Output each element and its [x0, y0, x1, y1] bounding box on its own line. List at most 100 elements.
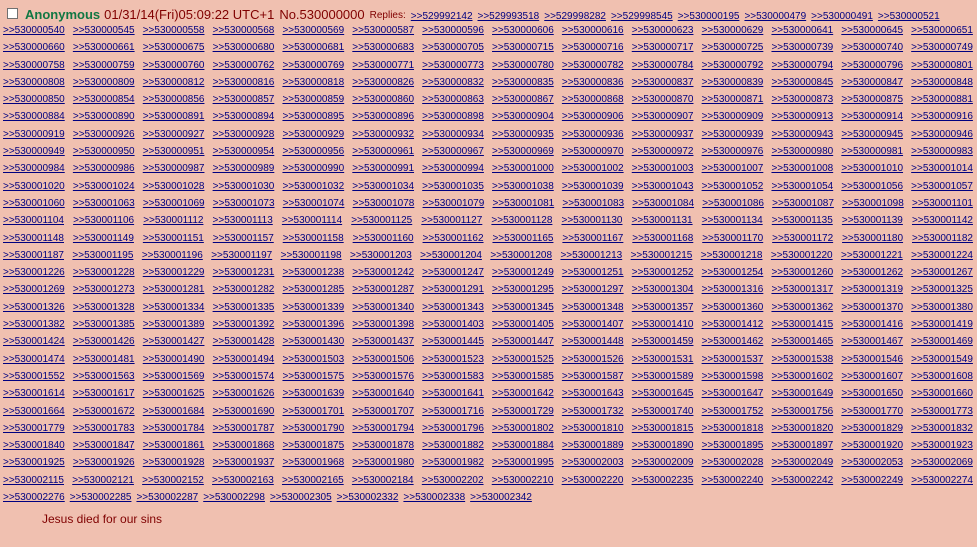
reply-link[interactable]: >>530001229 — [143, 264, 205, 281]
reply-link[interactable]: >>530001602 — [771, 368, 833, 385]
reply-link[interactable]: >>530001086 — [702, 195, 764, 212]
reply-link[interactable]: >>530000818 — [282, 74, 344, 91]
reply-link[interactable]: >>530001078 — [353, 195, 415, 212]
reply-link[interactable]: >>530002274 — [911, 472, 973, 489]
reply-link[interactable]: >>530001790 — [282, 420, 344, 437]
post-checkbox[interactable] — [7, 8, 18, 19]
reply-link[interactable]: >>530000816 — [213, 74, 275, 91]
reply-link[interactable]: >>530000545 — [73, 22, 135, 39]
reply-link[interactable]: >>530002249 — [841, 472, 903, 489]
reply-link[interactable]: >>530001897 — [771, 437, 833, 454]
reply-link[interactable]: >>530001802 — [492, 420, 554, 437]
reply-link[interactable]: >>530001926 — [73, 454, 135, 471]
reply-link[interactable]: >>530001563 — [73, 368, 135, 385]
reply-link[interactable]: >>530001079 — [423, 195, 485, 212]
reply-link[interactable]: >>530001316 — [702, 281, 764, 298]
reply-link[interactable]: >>530001861 — [143, 437, 205, 454]
reply-link[interactable]: >>530001362 — [771, 299, 833, 316]
reply-link[interactable]: >>530000906 — [562, 108, 624, 125]
reply-link[interactable]: >>530001538 — [771, 351, 833, 368]
reply-link[interactable]: >>530000951 — [143, 143, 205, 160]
reply-link[interactable]: >>530002028 — [702, 454, 764, 471]
reply-link[interactable]: >>530002276 — [3, 489, 65, 506]
reply-link[interactable]: >>530001198 — [281, 247, 342, 264]
reply-link[interactable]: >>530001135 — [772, 212, 833, 229]
reply-link[interactable]: >>530001326 — [3, 299, 65, 316]
reply-link[interactable]: >>530001840 — [3, 437, 65, 454]
reply-link[interactable]: >>530001587 — [562, 368, 624, 385]
reply-link[interactable]: >>530001937 — [213, 454, 275, 471]
reply-link[interactable]: >>530001167 — [562, 230, 623, 247]
reply-link[interactable]: >>530000812 — [143, 74, 205, 91]
reply-link[interactable]: >>530002184 — [352, 472, 414, 489]
reply-link[interactable]: >>530001752 — [702, 403, 764, 420]
reply-link[interactable]: >>530001252 — [632, 264, 694, 281]
reply-link[interactable]: >>530002121 — [72, 472, 134, 489]
reply-link[interactable]: >>530001576 — [352, 368, 414, 385]
reply-link[interactable]: >>530000623 — [632, 22, 694, 39]
reply-link[interactable]: >>530001574 — [213, 368, 275, 385]
reply-link[interactable]: >>530001057 — [911, 178, 973, 195]
reply-link[interactable]: >>530001884 — [492, 437, 554, 454]
reply-link[interactable]: >>530000967 — [422, 143, 484, 160]
reply-link[interactable]: >>530001469 — [911, 333, 973, 350]
reply-link[interactable]: >>530001684 — [143, 403, 205, 420]
reply-link[interactable]: >>530001043 — [632, 178, 694, 195]
reply-link[interactable]: >>530001273 — [73, 281, 135, 298]
reply-link[interactable]: >>530001405 — [492, 316, 554, 333]
reply-link[interactable]: >>530000195 — [678, 11, 740, 22]
reply-link[interactable]: >>530001220 — [771, 247, 833, 264]
reply-link[interactable]: >>530000916 — [911, 108, 973, 125]
reply-link[interactable]: >>530001467 — [841, 333, 903, 350]
reply-link[interactable]: >>530000928 — [213, 126, 275, 143]
reply-link[interactable]: >>530002220 — [562, 472, 624, 489]
reply-link[interactable]: >>530001203 — [350, 247, 412, 264]
reply-link[interactable]: >>530001829 — [841, 420, 903, 437]
reply-link[interactable]: >>530001148 — [3, 230, 64, 247]
reply-link[interactable]: >>530001343 — [422, 299, 484, 316]
reply-link[interactable]: >>530002240 — [701, 472, 763, 489]
reply-link[interactable]: >>530000981 — [841, 143, 903, 160]
reply-link[interactable]: >>530001995 — [492, 454, 554, 471]
reply-link[interactable]: >>530001773 — [911, 403, 973, 420]
reply-link[interactable]: >>530000759 — [73, 57, 135, 74]
reply-link[interactable]: >>530001069 — [143, 195, 205, 212]
reply-link[interactable]: >>530000954 — [213, 143, 275, 160]
reply-link[interactable]: >>530001878 — [352, 437, 414, 454]
reply-link[interactable]: >>530001427 — [143, 333, 205, 350]
reply-link[interactable]: >>530002332 — [337, 489, 399, 506]
reply-link[interactable]: >>530001589 — [632, 368, 694, 385]
reply-link[interactable]: >>530001820 — [771, 420, 833, 437]
reply-link[interactable]: >>530001641 — [422, 385, 484, 402]
reply-link[interactable]: >>530001882 — [422, 437, 484, 454]
reply-link[interactable]: >>530001054 — [771, 178, 833, 195]
reply-link[interactable]: >>530000868 — [562, 91, 624, 108]
reply-link[interactable]: >>530001546 — [841, 351, 903, 368]
reply-link[interactable]: >>530002165 — [282, 472, 344, 489]
reply-link[interactable]: >>530001732 — [562, 403, 624, 420]
reply-link[interactable]: >>530001262 — [841, 264, 903, 281]
reply-link[interactable]: >>530000895 — [282, 108, 344, 125]
reply-link[interactable]: >>530000943 — [771, 126, 833, 143]
reply-link[interactable]: >>530000845 — [771, 74, 833, 91]
reply-link[interactable]: >>530001208 — [490, 247, 552, 264]
reply-link[interactable]: >>530002049 — [771, 454, 833, 471]
reply-link[interactable]: >>530000961 — [352, 143, 414, 160]
reply-link[interactable]: >>530001875 — [282, 437, 344, 454]
reply-link[interactable]: >>530001426 — [73, 333, 135, 350]
reply-link[interactable]: >>530000956 — [282, 143, 344, 160]
reply-link[interactable]: >>530001197 — [211, 247, 272, 264]
reply-link[interactable]: >>530001784 — [143, 420, 205, 437]
reply-link[interactable]: >>530001238 — [282, 264, 344, 281]
reply-link[interactable]: >>530000867 — [492, 91, 554, 108]
reply-link[interactable]: >>530001459 — [632, 333, 694, 350]
reply-link[interactable]: >>530001407 — [562, 316, 624, 333]
reply-link[interactable]: >>530000881 — [911, 91, 973, 108]
reply-link[interactable]: >>530000950 — [73, 143, 135, 160]
reply-link[interactable]: >>530000479 — [744, 11, 806, 22]
reply-link[interactable]: >>530001034 — [352, 178, 414, 195]
reply-link[interactable]: >>530000521 — [878, 11, 940, 22]
reply-link[interactable]: >>530001345 — [492, 299, 554, 316]
reply-link[interactable]: >>530001187 — [3, 247, 64, 264]
reply-link[interactable]: >>530001160 — [353, 230, 414, 247]
